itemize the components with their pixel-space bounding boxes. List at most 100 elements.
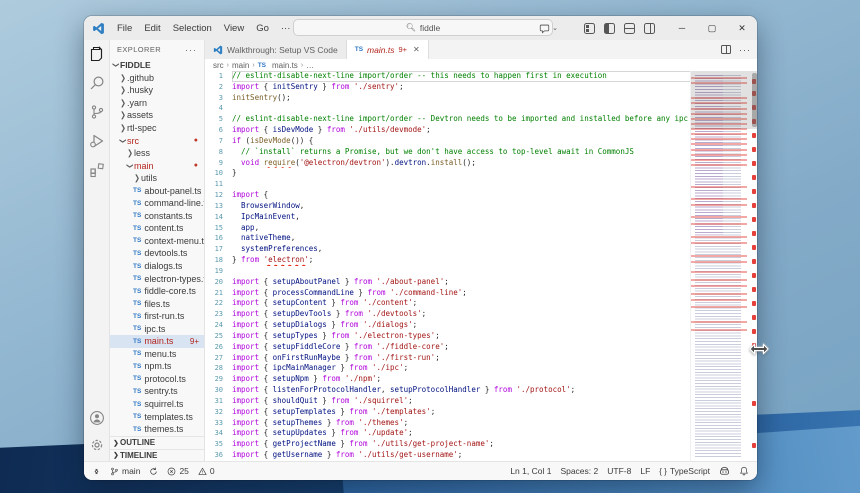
breadcrumb[interactable]: src›main›TSmain.ts›… — [205, 59, 757, 71]
tree-item-context-menu.ts[interactable]: TScontext-menu.ts — [110, 235, 204, 248]
sidebar-section-outline[interactable]: ❯OUTLINE — [110, 436, 204, 449]
menu-item-file[interactable]: File — [111, 21, 138, 36]
breadcrumb-item-main[interactable]: main — [232, 61, 249, 70]
tab-close-icon[interactable]: ✕ — [413, 45, 420, 54]
code-line-27[interactable]: 27import { onFirstRunMaybe } from './fir… — [205, 353, 757, 364]
command-center-search[interactable]: 🔍︎ fiddle — [293, 19, 553, 36]
menu-item-view[interactable]: View — [218, 21, 250, 36]
tree-item-command-line.ts[interactable]: TScommand-line.ts — [110, 197, 204, 210]
code-line-1[interactable]: 1// eslint-disable-next-line import/orde… — [205, 71, 757, 82]
status-copilot[interactable] — [719, 466, 730, 477]
code-line-33[interactable]: 33import { setupThemes } from './themes'… — [205, 418, 757, 429]
status-typescript[interactable]: { }TypeScript — [659, 466, 710, 476]
code-line-3[interactable]: 3initSentry(); — [205, 93, 757, 104]
code-line-25[interactable]: 25import { setupTypes } from './electron… — [205, 331, 757, 342]
status-25[interactable]: 25 — [167, 466, 188, 476]
tree-item-files.ts[interactable]: TSfiles.ts — [110, 297, 204, 310]
code-line-21[interactable]: 21import { processCommandLine } from './… — [205, 288, 757, 299]
code-line-36[interactable]: 36import { getUsername } from './utils/g… — [205, 450, 757, 461]
extensions-icon[interactable] — [89, 162, 105, 178]
status-main[interactable]: main — [110, 466, 140, 476]
code-line-29[interactable]: 29import { setupNpm } from './npm'; — [205, 374, 757, 385]
scrollbar-thumb[interactable] — [752, 73, 757, 127]
explorer-more-actions[interactable]: ··· — [185, 45, 197, 55]
code-line-16[interactable]: 16 nativeTheme, — [205, 233, 757, 244]
tree-item-.husky[interactable]: ❯.husky — [110, 84, 204, 97]
code-line-17[interactable]: 17 systemPreferences, — [205, 244, 757, 255]
tree-item-src[interactable]: ❯src● — [110, 134, 204, 147]
tree-item-about-panel.ts[interactable]: TSabout-panel.ts — [110, 184, 204, 197]
breadcrumb-item-main.ts[interactable]: main.ts — [272, 61, 298, 70]
code-line-23[interactable]: 23import { setupDevTools } from './devto… — [205, 309, 757, 320]
tree-item-less[interactable]: ❯less — [110, 147, 204, 160]
tree-item-fiddle[interactable]: ❯FIDDLE — [110, 59, 204, 72]
split-editor-icon[interactable] — [721, 45, 731, 54]
tree-item-assets[interactable]: ❯assets — [110, 109, 204, 122]
maximize-button[interactable]: ▢ — [697, 16, 727, 40]
tree-item-fiddle-core.ts[interactable]: TSfiddle-core.ts — [110, 285, 204, 298]
search-sidebar-icon[interactable] — [89, 75, 105, 91]
tree-item-main.ts[interactable]: TSmain.ts9+ — [110, 335, 204, 348]
code-area[interactable]: 1// eslint-disable-next-line import/orde… — [205, 71, 757, 461]
code-line-31[interactable]: 31import { shouldQuit } from './squirrel… — [205, 396, 757, 407]
accounts-icon[interactable] — [89, 410, 105, 426]
status-utf-8[interactable]: UTF-8 — [607, 466, 631, 476]
code-line-22[interactable]: 22import { setupContent } from './conten… — [205, 298, 757, 309]
menu-item-go[interactable]: Go — [250, 21, 275, 36]
code-line-28[interactable]: 28import { ipcMainManager } from './ipc'… — [205, 363, 757, 374]
breadcrumb-item-src[interactable]: src — [213, 61, 224, 70]
breadcrumb-item-[interactable]: … — [306, 61, 314, 70]
minimize-button[interactable]: ─ — [667, 16, 697, 40]
title-bar[interactable]: FileEditSelectionViewGo··· ← → 🔍︎ fiddle… — [84, 16, 757, 40]
code-line-32[interactable]: 32import { setupTemplates } from './temp… — [205, 407, 757, 418]
tree-item-main[interactable]: ❯main● — [110, 159, 204, 172]
tree-item-sentry.ts[interactable]: TSsentry.ts — [110, 385, 204, 398]
tree-item-electron-types.ts[interactable]: TSelectron-types.ts — [110, 272, 204, 285]
status-lf[interactable]: LF — [640, 466, 650, 476]
code-line-5[interactable]: 5// eslint-disable-next-line import/orde… — [205, 114, 757, 125]
status-spaces--2[interactable]: Spaces: 2 — [560, 466, 598, 476]
explorer-icon[interactable] — [89, 46, 105, 62]
minimap-slider[interactable] — [691, 71, 757, 129]
code-line-26[interactable]: 26import { setupFiddleCore } from './fid… — [205, 342, 757, 353]
code-line-24[interactable]: 24import { setupDialogs } from './dialog… — [205, 320, 757, 331]
customize-layout-icon[interactable] — [584, 23, 595, 34]
source-control-icon[interactable] — [89, 104, 105, 120]
code-line-12[interactable]: 12import { — [205, 190, 757, 201]
menu-item-selection[interactable]: Selection — [167, 21, 218, 36]
tree-item-utils[interactable]: ❯utils — [110, 172, 204, 185]
tree-item-squirrel.ts[interactable]: TSsquirrel.ts — [110, 398, 204, 411]
editor-more-actions-icon[interactable]: ··· — [739, 45, 751, 55]
code-line-30[interactable]: 30import { listenForProtocolHandler, set… — [205, 385, 757, 396]
status-sync[interactable] — [149, 467, 158, 476]
status-0[interactable]: 0 — [198, 466, 215, 476]
tab-walkthrough--setup-vs-code[interactable]: Walkthrough: Setup VS Code — [205, 40, 347, 59]
tree-item-themes.ts[interactable]: TSthemes.ts — [110, 423, 204, 436]
code-line-2[interactable]: 2import { initSentry } from './sentry'; — [205, 82, 757, 93]
code-line-9[interactable]: 9 void require('@electron/devtron').devt… — [205, 158, 757, 169]
tree-item-menu.ts[interactable]: TSmenu.ts — [110, 348, 204, 361]
menu-item-edit[interactable]: Edit — [138, 21, 166, 36]
code-line-19[interactable]: 19 — [205, 266, 757, 277]
toggle-secondary-sidebar-icon[interactable] — [644, 23, 655, 34]
code-line-15[interactable]: 15 app, — [205, 223, 757, 234]
close-button[interactable]: ✕ — [727, 16, 757, 40]
copilot-chat-button[interactable]: ⌄ — [539, 23, 558, 34]
tab-main-ts[interactable]: TSmain.ts9+✕ — [347, 40, 429, 59]
run-and-debug-icon[interactable] — [89, 133, 105, 149]
tree-item-ipc.ts[interactable]: TSipc.ts — [110, 322, 204, 335]
settings-gear-icon[interactable] — [89, 437, 105, 453]
code-line-11[interactable]: 11 — [205, 179, 757, 190]
tree-item-dialogs.ts[interactable]: TSdialogs.ts — [110, 260, 204, 273]
tree-item-templates.ts[interactable]: TStemplates.ts — [110, 410, 204, 423]
tree-item-content.ts[interactable]: TScontent.ts — [110, 222, 204, 235]
code-line-20[interactable]: 20import { setupAboutPanel } from './abo… — [205, 277, 757, 288]
status-bell[interactable] — [739, 466, 749, 476]
code-line-4[interactable]: 4 — [205, 103, 757, 114]
code-line-14[interactable]: 14 IpcMainEvent, — [205, 212, 757, 223]
tree-item-rtl-spec[interactable]: ❯rtl-spec — [110, 122, 204, 135]
status-remote[interactable] — [92, 467, 101, 476]
code-line-8[interactable]: 8 // `install` returns a Promise, but we… — [205, 147, 757, 158]
code-line-10[interactable]: 10} — [205, 168, 757, 179]
toggle-primary-sidebar-icon[interactable] — [604, 23, 615, 34]
